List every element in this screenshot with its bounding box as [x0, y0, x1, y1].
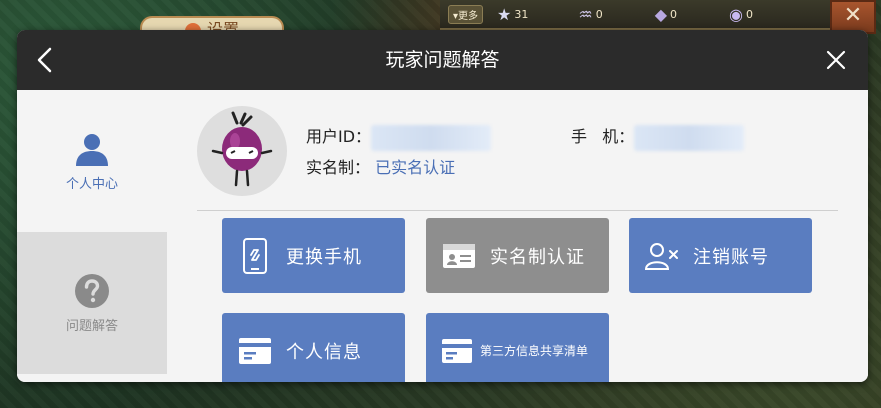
personal-center-panel: 用户ID： 手 机： 实名制： 已实名认证 更换手机 实名制认证 注销账号 个人… — [167, 90, 868, 382]
change-phone-label: 更换手机 — [286, 246, 362, 268]
user-id-label: 用户ID： — [306, 127, 372, 146]
close-icon — [826, 50, 846, 70]
realname-status: 已实名认证 — [375, 158, 456, 177]
resource-bar: ▾更多 ★ 31 ♒ 0 ◆ 0 ◉ 0 — [440, 0, 832, 30]
shell-count: 0 — [595, 7, 603, 21]
phone-row: 手 机： — [571, 123, 745, 151]
phone-value — [634, 124, 745, 151]
user-id-value — [371, 124, 492, 151]
gem-count: 0 — [670, 7, 678, 21]
realname-verify-button[interactable]: 实名制认证 — [426, 218, 609, 293]
help-icon — [75, 273, 109, 308]
resource-swirl: ◉ 0 — [729, 5, 753, 24]
delete-account-button[interactable]: 注销账号 — [629, 218, 812, 293]
sidebar-item-label: 个人中心 — [65, 176, 118, 192]
user-id-row: 用户ID： — [306, 123, 492, 151]
sidebar-item-label: 问题解答 — [65, 318, 118, 334]
phone-link-icon — [238, 237, 272, 274]
swirl-count: 0 — [746, 7, 753, 21]
game-close-icon[interactable]: ✕ — [830, 0, 876, 34]
realname-row: 实名制： 已实名认证 — [306, 154, 455, 178]
more-label: 更多 — [458, 10, 479, 22]
avatar — [197, 106, 287, 196]
swirl-gem-icon: ◉ — [729, 4, 743, 24]
avatar-character-icon — [211, 111, 273, 187]
id-card-icon — [442, 239, 476, 273]
personal-info-label: 个人信息 — [286, 341, 362, 363]
dialog-title: 玩家问题解答 — [385, 49, 500, 71]
remove-user-icon — [645, 239, 679, 273]
dialog-header: 玩家问题解答 — [17, 30, 868, 90]
close-button[interactable] — [818, 42, 854, 78]
personal-info-button[interactable]: 个人信息 — [222, 313, 405, 382]
third-party-sharing-label: 第三方信息共享清单 — [480, 344, 589, 358]
divider — [197, 210, 838, 211]
third-party-sharing-button[interactable]: 第三方信息共享清单 — [426, 313, 609, 382]
resource-star: ★ 31 — [497, 5, 528, 24]
sidebar-item-personal-center[interactable]: 个人中心 — [17, 90, 167, 232]
star-count: 31 — [514, 7, 529, 21]
more-button[interactable]: ▾更多 — [448, 4, 484, 24]
user-icon — [76, 133, 108, 166]
faq-dialog: 玩家问题解答 个人中心 问题解答 用户ID： 手 机： 实名制： 已实名认证 更… — [17, 30, 868, 382]
resource-gem: ◆ 0 — [655, 5, 677, 24]
shell-icon: ♒ — [578, 4, 593, 24]
list-card-icon — [440, 334, 474, 368]
resource-shell: ♒ 0 — [578, 5, 602, 24]
sidebar: 个人中心 问题解答 — [17, 90, 167, 382]
star-icon: ★ — [497, 4, 512, 24]
gem-icon: ◆ — [654, 4, 668, 24]
info-card-icon — [238, 334, 272, 368]
change-phone-button[interactable]: 更换手机 — [222, 218, 405, 293]
phone-label: 手 机： — [571, 127, 635, 146]
sidebar-item-faq[interactable]: 问题解答 — [17, 232, 167, 374]
realname-verify-label: 实名制认证 — [490, 246, 585, 268]
realname-label: 实名制： — [306, 158, 371, 177]
delete-account-label: 注销账号 — [693, 246, 769, 268]
